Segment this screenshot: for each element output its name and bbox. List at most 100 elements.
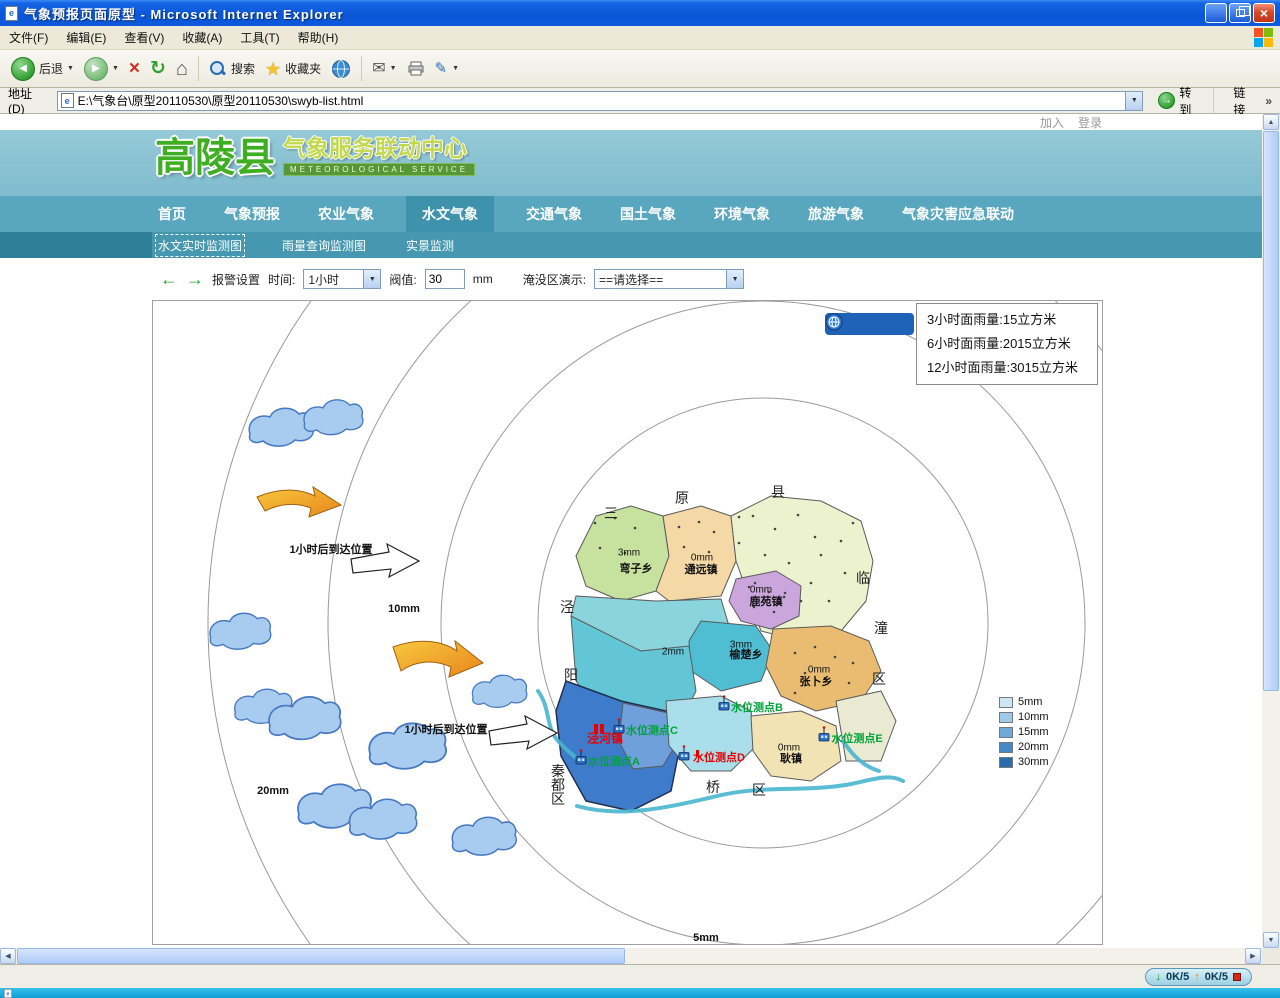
info-line-12h: 12小时面雨量:3015立方米 <box>927 356 1087 380</box>
taskbar-sliver: e <box>0 988 1280 998</box>
nav-item-agriculture[interactable]: 农业气象 <box>312 196 380 232</box>
nav-item-tourism[interactable]: 旅游气象 <box>802 196 870 232</box>
refresh-button[interactable]: ↻ <box>145 57 171 80</box>
star-icon: ★ <box>265 60 281 78</box>
map-canvas[interactable] <box>153 301 1103 945</box>
full-extent-globe-button[interactable] <box>892 315 910 333</box>
address-input[interactable]: e E:\气象台\原型20110530\原型20110530\swyb-list… <box>57 91 1144 111</box>
home-button[interactable]: ⌂ <box>171 57 193 81</box>
address-label: 地址(D) <box>8 85 49 116</box>
edit-button[interactable]: ✎ <box>430 59 453 78</box>
favorites-button[interactable]: ★收藏夹 <box>260 58 326 80</box>
legend-swatch <box>999 727 1013 738</box>
map-controls: ← → 报警设置 时间: 1小时 ▼ 阀值: mm 淹没区演示: ==请选择==… <box>0 258 1262 300</box>
subnav-live-view[interactable]: 实景监测 <box>406 237 454 254</box>
nav-item-home[interactable]: 首页 <box>152 196 192 232</box>
search-button[interactable]: 搜索 <box>204 58 260 80</box>
mail-dropdown-icon[interactable]: ▼ <box>390 65 397 72</box>
mail-button[interactable]: ✉▼ <box>367 59 401 79</box>
scroll-left-button[interactable]: ◀ <box>0 948 16 964</box>
toolbar-separator <box>361 56 362 81</box>
flood-demo-select[interactable]: ==请选择== ▼ <box>594 269 744 289</box>
links-label[interactable]: 链接 <box>1233 84 1257 118</box>
window-title: 气象预报页面原型 - Microsoft Internet Explorer <box>24 4 344 23</box>
forward-dropdown-icon[interactable]: ▼ <box>112 65 119 72</box>
menu-favorites[interactable]: 收藏(A) <box>173 26 231 50</box>
subnav-realtime-monitor[interactable]: 水文实时监测图 <box>158 237 242 254</box>
links-chevron-icon[interactable]: » <box>1265 94 1272 108</box>
legend-item: 15mm <box>999 725 1049 739</box>
nav-item-disaster-emergency[interactable]: 气象灾害应急联动 <box>896 196 1020 232</box>
browser-toolbar: ◀ 后退▼ ▶ ▼ × ↻ ⌂ 搜索 ★收藏夹 ✉▼ <box>0 50 1280 88</box>
menu-tools[interactable]: 工具(T) <box>231 26 288 50</box>
join-link[interactable]: 加入 <box>1040 114 1064 131</box>
district-southeast[interactable] <box>836 691 896 761</box>
prev-arrow-button[interactable]: ← <box>160 270 178 288</box>
download-arrow-icon: ↓ <box>1156 971 1162 983</box>
media-button[interactable] <box>326 57 356 81</box>
address-page-icon: e <box>61 93 74 108</box>
close-button[interactable]: × <box>1253 3 1275 23</box>
info-line-3h: 3小时面雨量:15立方米 <box>927 308 1087 332</box>
back-dropdown-icon[interactable]: ▼ <box>67 65 74 72</box>
login-link[interactable]: 登录 <box>1078 114 1102 131</box>
subnav-rain-query[interactable]: 雨量查询监测图 <box>282 237 366 254</box>
menu-view[interactable]: 查看(V) <box>115 26 173 50</box>
nav-item-traffic[interactable]: 交通气象 <box>520 196 588 232</box>
legend-swatch <box>999 757 1013 768</box>
site-logo: 高陵县 气象服务联动中心 METEOROLOGICAL SERVICE <box>155 136 475 178</box>
menu-edit[interactable]: 编辑(E) <box>57 26 115 50</box>
account-strip: 加入 登录 <box>0 114 1262 130</box>
subnav-left-block <box>0 232 152 258</box>
print-button[interactable] <box>402 58 430 80</box>
vertical-scroll-thumb[interactable] <box>1263 131 1279 691</box>
district-luyuanzhen[interactable] <box>729 571 801 629</box>
flood-demo-label: 淹没区演示: <box>523 271 586 288</box>
time-select-dropdown-icon[interactable]: ▼ <box>363 270 380 288</box>
scroll-down-button[interactable]: ▼ <box>1263 932 1279 948</box>
menu-bar: 文件(F) 编辑(E) 查看(V) 收藏(A) 工具(T) 帮助(H) <box>0 26 1280 50</box>
logo-service-text: 气象服务联动中心 <box>283 136 475 161</box>
stop-icon: × <box>129 59 140 78</box>
search-icon <box>209 60 227 78</box>
menu-file[interactable]: 文件(F) <box>0 26 57 50</box>
logo-english-text: METEOROLOGICAL SERVICE <box>283 163 475 176</box>
horizontal-scrollbar[interactable]: ◀ ▶ <box>0 948 1262 964</box>
minimize-button[interactable]: _ <box>1205 3 1227 23</box>
district-wangzixiang[interactable] <box>576 506 669 601</box>
address-dropdown-icon[interactable]: ▼ <box>1125 92 1142 110</box>
printer-icon <box>407 60 425 78</box>
menu-help[interactable]: 帮助(H) <box>289 26 348 50</box>
scroll-up-button[interactable]: ▲ <box>1263 114 1279 130</box>
hydrology-map[interactable]: 3小时面雨量:15立方米 6小时面雨量:2015立方米 12小时面雨量:3015… <box>152 300 1103 945</box>
back-button[interactable]: ◀ 后退▼ <box>6 55 79 83</box>
pan-hand-button[interactable] <box>871 315 889 333</box>
upload-rate: 0K/5 <box>1205 971 1228 983</box>
vertical-scrollbar[interactable]: ▲ ▼ <box>1262 114 1280 948</box>
rain-info-box: 3小时面雨量:15立方米 6小时面雨量:2015立方米 12小时面雨量:3015… <box>916 303 1098 385</box>
nav-item-land[interactable]: 国土气象 <box>614 196 682 232</box>
page-content: 加入 登录 高陵县 气象服务联动中心 METEOROLOGICAL SERVIC… <box>0 114 1262 948</box>
zoom-out-button[interactable] <box>850 315 868 333</box>
scroll-right-button[interactable]: ▶ <box>1245 948 1261 964</box>
restore-button[interactable] <box>1229 3 1251 23</box>
restore-icon <box>1236 9 1245 17</box>
flood-select-dropdown-icon[interactable]: ▼ <box>726 270 743 288</box>
stop-button[interactable]: × <box>124 57 145 80</box>
threshold-input[interactable] <box>425 269 465 289</box>
toolbar-overflow-icon[interactable]: ▼ <box>452 65 459 72</box>
info-line-6h: 6小时面雨量:2015立方米 <box>927 332 1087 356</box>
legend-swatch <box>999 712 1013 723</box>
district-yuchuxiang[interactable] <box>689 621 773 691</box>
district-gengzhen[interactable] <box>751 711 841 781</box>
nav-item-weather-forecast[interactable]: 气象预报 <box>218 196 286 232</box>
nav-item-environment[interactable]: 环境气象 <box>708 196 776 232</box>
windows-logo-icon <box>1254 28 1274 48</box>
nav-item-hydrology[interactable]: 水文气象 <box>406 196 494 232</box>
forward-button[interactable]: ▶ ▼ <box>79 55 124 83</box>
next-arrow-button[interactable]: → <box>186 270 204 288</box>
cloud-shapes <box>210 400 527 855</box>
legend-item: 30mm <box>999 755 1049 769</box>
time-select[interactable]: 1小时 ▼ <box>303 269 381 289</box>
horizontal-scroll-thumb[interactable] <box>17 948 625 964</box>
